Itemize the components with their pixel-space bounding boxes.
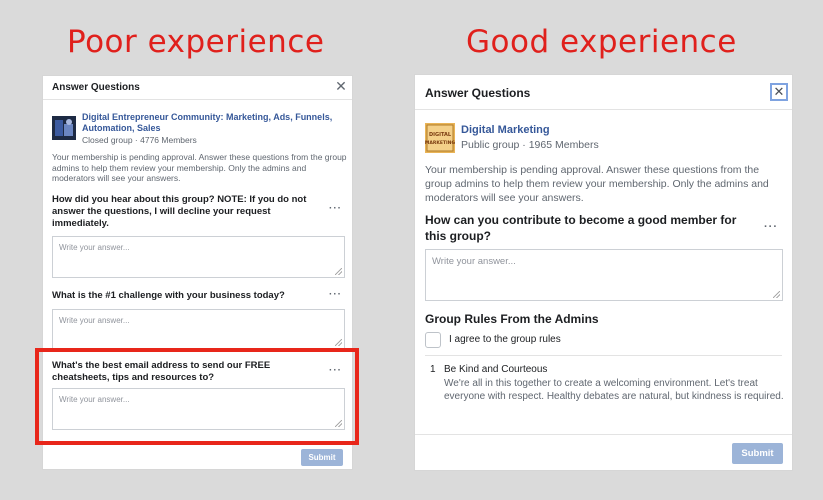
- question-1-label: How did you hear about this group? NOTE:…: [52, 194, 307, 229]
- answer-placeholder: Write your answer...: [432, 256, 516, 267]
- good-experience-heading: Good experience: [466, 24, 737, 60]
- dialog-title: Answer Questions: [425, 86, 531, 100]
- agree-rules-label[interactable]: I agree to the group rules: [449, 334, 561, 345]
- footer-divider: [415, 434, 792, 435]
- avatar-text-line-2: MARKETING: [425, 140, 455, 146]
- good-answer-questions-dialog: Answer Questions ✕ DIGITAL MARKETING Dig…: [414, 74, 793, 471]
- header-divider: [415, 109, 792, 110]
- avatar-text-line-1: DIGITAL: [429, 132, 452, 138]
- resize-grip-icon[interactable]: [335, 268, 342, 275]
- rule-description: We're all in this together to create a w…: [444, 378, 784, 402]
- more-options-icon[interactable]: ···: [329, 203, 342, 214]
- question-2-label: What is the #1 challenge with your busin…: [52, 290, 285, 301]
- group-avatar[interactable]: [52, 116, 76, 140]
- close-icon[interactable]: ✕: [335, 79, 347, 93]
- pending-approval-description: Your membership is pending approval. Ans…: [52, 152, 347, 183]
- rules-heading: Group Rules From the Admins: [425, 312, 599, 326]
- answer-placeholder: Write your answer...: [59, 243, 130, 252]
- answer-1-textarea[interactable]: Write your answer...: [52, 236, 345, 278]
- rule-title: Be Kind and Courteous: [444, 364, 548, 375]
- header-divider: [43, 99, 352, 100]
- more-options-icon[interactable]: ···: [764, 221, 778, 233]
- question-label: How can you contribute to become a good …: [425, 213, 737, 243]
- submit-button[interactable]: Submit: [732, 443, 783, 464]
- answer-textarea[interactable]: Write your answer...: [425, 249, 783, 301]
- poor-experience-heading: Poor experience: [67, 24, 325, 60]
- more-options-icon[interactable]: ···: [329, 289, 342, 300]
- resize-grip-icon[interactable]: [773, 291, 780, 298]
- group-name-link[interactable]: Digital Marketing: [461, 124, 550, 136]
- email-question-highlight: [35, 348, 359, 445]
- group-meta: Public group · 1965 Members: [461, 139, 599, 151]
- dialog-title: Answer Questions: [52, 82, 140, 93]
- group-avatar[interactable]: DIGITAL MARKETING: [425, 123, 455, 153]
- resize-grip-icon[interactable]: [335, 339, 342, 346]
- close-icon[interactable]: ✕: [770, 83, 788, 101]
- submit-button[interactable]: Submit: [301, 449, 343, 466]
- rule-number: 1: [430, 364, 436, 375]
- pending-approval-description: Your membership is pending approval. Ans…: [425, 164, 769, 204]
- checkbox-icon[interactable]: [425, 332, 441, 348]
- rules-divider: [425, 355, 782, 356]
- answer-2-textarea[interactable]: Write your answer...: [52, 309, 345, 349]
- group-meta: Closed group · 4776 Members: [82, 135, 197, 145]
- answer-placeholder: Write your answer...: [59, 316, 130, 325]
- group-name-link[interactable]: Digital Entrepreneur Community: Marketin…: [82, 112, 348, 134]
